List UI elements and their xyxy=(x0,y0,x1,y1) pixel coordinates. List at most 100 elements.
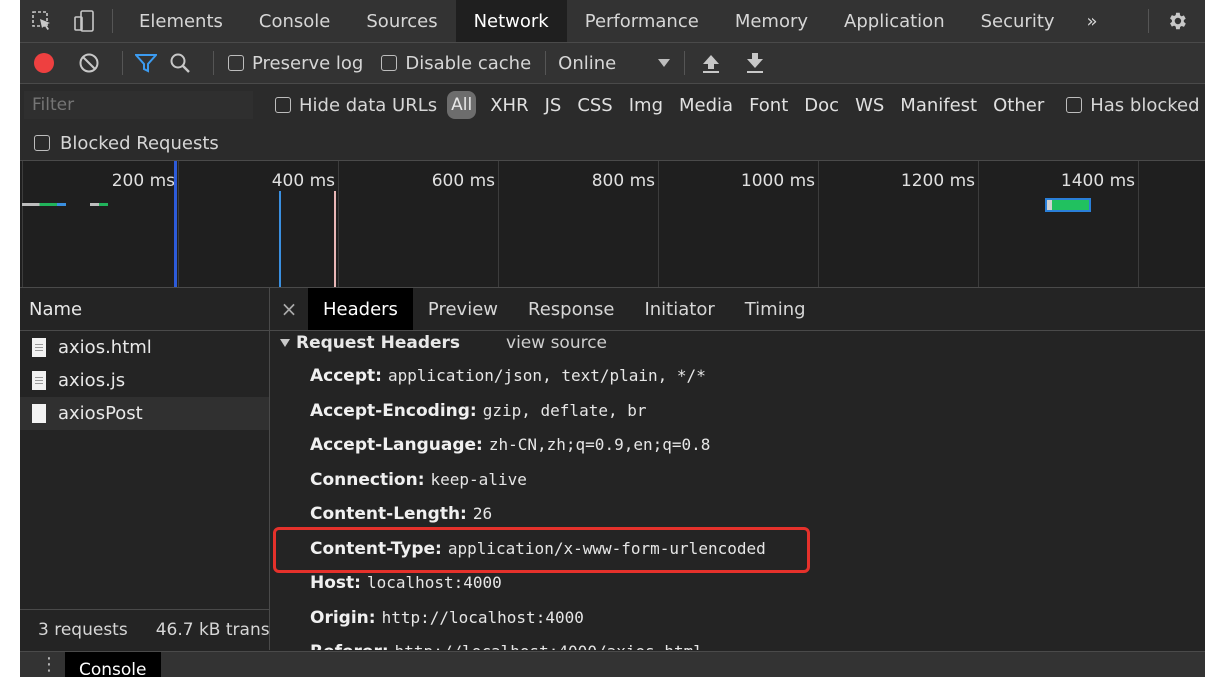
blocked-requests-checkbox[interactable] xyxy=(34,135,50,151)
tab-application[interactable]: Application xyxy=(826,0,963,42)
disable-cache-checkbox[interactable] xyxy=(381,55,398,71)
tab-sources[interactable]: Sources xyxy=(348,0,455,42)
header-name: Connection: xyxy=(310,470,425,490)
header-value: zh-CN,zh;q=0.9,en;q=0.8 xyxy=(488,435,711,454)
timeline-tick-label: 1400 ms xyxy=(1060,171,1135,191)
request-row[interactable]: axios.js xyxy=(20,364,269,397)
grid-line xyxy=(22,161,23,287)
hide-data-urls-checkbox[interactable] xyxy=(275,97,291,113)
settings-gear-icon[interactable] xyxy=(1157,10,1197,32)
request-name: axios.html xyxy=(58,337,152,358)
detail-tab-preview[interactable]: Preview xyxy=(413,288,513,330)
grid-line xyxy=(338,161,339,287)
grid-line xyxy=(818,161,819,287)
filter-type-media[interactable]: Media xyxy=(679,95,733,116)
header-row: Content-Length: 26 xyxy=(310,504,492,524)
filter-type-js[interactable]: JS xyxy=(545,95,562,116)
filter-bar: Hide data URLs All XHR JS CSS Img Media Font D… xyxy=(20,84,1205,126)
header-row: Referer: http://localhost:4000/axios.html xyxy=(310,642,703,650)
view-source-link[interactable]: view source xyxy=(506,333,607,353)
detail-tab-initiator[interactable]: Initiator xyxy=(629,288,729,330)
divider xyxy=(122,51,123,75)
tab-security[interactable]: Security xyxy=(963,0,1073,42)
timeline-tick-label: 800 ms xyxy=(591,171,655,191)
timeline-tick-label: 1200 ms xyxy=(900,171,975,191)
request-name: axios.js xyxy=(58,370,126,391)
divider xyxy=(1147,9,1149,33)
request-detail-panel: × Headers Preview Response Initiator Timing … xyxy=(270,288,1205,650)
filter-type-manifest[interactable]: Manifest xyxy=(900,95,977,116)
filter-type-xhr[interactable]: XHR xyxy=(490,95,528,116)
blocked-requests-bar: Blocked Requests xyxy=(20,126,1205,161)
request-row[interactable]: axios.html xyxy=(20,331,269,364)
search-icon[interactable] xyxy=(169,52,191,74)
request-headers-section[interactable]: Request Headers view source xyxy=(280,330,607,356)
detail-tab-headers[interactable]: Headers xyxy=(308,288,413,330)
clear-icon[interactable] xyxy=(78,52,100,74)
tab-elements[interactable]: Elements xyxy=(121,0,241,42)
filter-type-all[interactable]: All xyxy=(447,91,477,119)
header-value: application/json, text/plain, */* xyxy=(387,366,706,385)
grid-line xyxy=(978,161,979,287)
tab-memory[interactable]: Memory xyxy=(717,0,826,42)
filter-type-font[interactable]: Font xyxy=(749,95,788,116)
filter-icon[interactable] xyxy=(135,53,157,73)
detail-tab-bar: × Headers Preview Response Initiator Timing xyxy=(270,288,1205,331)
has-blocked-cookies-label: Has blocked c xyxy=(1090,94,1205,116)
header-name: Referer: xyxy=(310,642,389,650)
tab-console[interactable]: Console xyxy=(241,0,348,42)
filter-input[interactable] xyxy=(24,91,253,119)
request-row-selected[interactable]: axiosPost xyxy=(20,397,269,430)
filter-type-doc[interactable]: Doc xyxy=(804,95,839,116)
filter-type-css[interactable]: CSS xyxy=(577,95,612,116)
filter-type-other[interactable]: Other xyxy=(993,95,1044,116)
close-icon[interactable]: × xyxy=(270,297,308,321)
disable-cache-label: Disable cache xyxy=(405,52,532,74)
drawer-menu-icon[interactable]: ⋮ xyxy=(40,654,58,675)
console-drawer: ⋮ Console xyxy=(20,651,1205,677)
name-column-header[interactable]: Name xyxy=(20,288,269,331)
finish-line xyxy=(334,191,336,287)
transferred-size: 46.7 kB transf xyxy=(155,620,269,640)
header-name: Host: xyxy=(310,573,361,593)
header-name: Accept: xyxy=(310,366,382,386)
throttling-select[interactable]: Online xyxy=(558,52,671,74)
detail-tab-timing[interactable]: Timing xyxy=(730,288,821,330)
record-button[interactable] xyxy=(34,53,54,73)
import-har-icon[interactable] xyxy=(701,52,721,74)
preserve-log-label: Preserve log xyxy=(252,52,364,74)
detail-tab-response[interactable]: Response xyxy=(513,288,629,330)
script-file-icon xyxy=(32,371,46,390)
device-toolbar-icon[interactable] xyxy=(64,9,104,33)
document-file-icon xyxy=(32,338,46,357)
filter-type-ws[interactable]: WS xyxy=(855,95,884,116)
request-count: 3 requests xyxy=(38,620,128,640)
request-bar xyxy=(90,203,108,206)
header-name: Content-Length: xyxy=(310,504,467,524)
detail-tab-list: Headers Preview Response Initiator Timing xyxy=(308,288,821,330)
has-blocked-cookies-checkbox[interactable] xyxy=(1066,97,1083,113)
header-value: gzip, deflate, br xyxy=(482,401,647,420)
blocked-requests-label: Blocked Requests xyxy=(60,132,219,154)
tab-performance[interactable]: Performance xyxy=(567,0,717,42)
more-tabs-button[interactable]: » xyxy=(1073,0,1112,42)
drawer-tab-console[interactable]: Console xyxy=(65,652,161,677)
grid-line xyxy=(658,161,659,287)
timeline-tick-label: 1000 ms xyxy=(740,171,815,191)
dropdown-arrow-icon xyxy=(658,59,671,67)
section-title: Request Headers xyxy=(296,333,461,353)
header-row: Origin: http://localhost:4000 xyxy=(310,608,584,628)
devtools-window: Elements Console Sources Network Performance… xyxy=(20,0,1205,677)
throttling-value: Online xyxy=(558,52,617,74)
header-name: Origin: xyxy=(310,608,376,628)
divider xyxy=(545,51,547,75)
load-event-line xyxy=(279,191,281,287)
header-row: Accept-Encoding: gzip, deflate, br xyxy=(310,401,647,421)
grid-line xyxy=(1138,161,1139,287)
inspect-element-icon[interactable] xyxy=(20,10,64,32)
preserve-log-checkbox[interactable] xyxy=(228,55,244,71)
filter-type-img[interactable]: Img xyxy=(629,95,663,116)
timeline-overview[interactable]: 200 ms 400 ms 600 ms 800 ms 1000 ms 1200… xyxy=(20,161,1205,288)
tab-network[interactable]: Network xyxy=(455,0,567,42)
export-har-icon[interactable] xyxy=(745,52,765,74)
